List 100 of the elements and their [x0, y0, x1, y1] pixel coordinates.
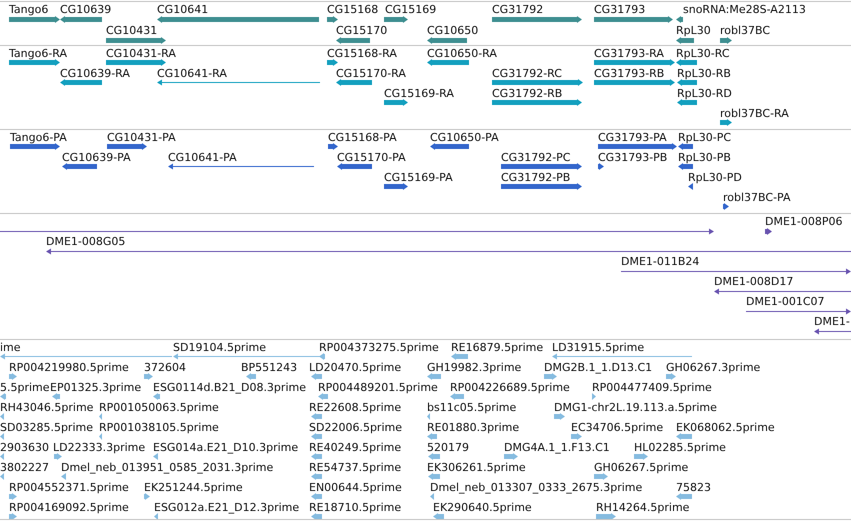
feature-label: CG15169-PA — [384, 171, 453, 184]
feature-label: CG15170-PA — [337, 151, 406, 164]
feature-label: BP551243 — [241, 361, 298, 374]
feature-label: CG15170-RA — [336, 67, 406, 80]
feature-label: EK251244.5prime — [144, 481, 243, 494]
feature-label: RE18710.5prime — [309, 501, 402, 514]
feature-label: SD22006.5prime — [309, 421, 402, 434]
feature-label: DMG4A.1_1.F13.C1 — [504, 441, 610, 454]
feature-label: CG31793 — [594, 3, 646, 16]
feature-label: CG10641-PA — [168, 151, 237, 164]
feature-label: CG15168-PA — [328, 131, 397, 144]
feature-label: 75823 — [676, 481, 711, 494]
feature-label: CG31792-RC — [492, 67, 562, 80]
feature-label: CG31792 — [492, 3, 544, 16]
feature-label: ESG014a.E21_D10.3prime — [153, 441, 298, 454]
feature-label: 3802227 — [0, 461, 49, 474]
feature-label: 372604 — [144, 361, 186, 374]
feature-label: Tango6 — [9, 3, 48, 16]
feature-label: RP004489201.5prime — [318, 381, 438, 394]
feature-label: RP004552371.5prime — [9, 481, 129, 494]
feature-label: CG31792-PC — [501, 151, 570, 164]
feature-label: DME1-008G05 — [46, 235, 126, 248]
feature-label: DMG2B.1_1.D13.C1 — [544, 361, 652, 374]
feature-label: CG10639 — [60, 3, 112, 16]
feature-label: RE01880.3prime — [427, 421, 520, 434]
feature-label: RpL30-RB — [677, 67, 731, 80]
feature-label: EK068062.5prime — [676, 421, 775, 434]
feature-label: GH06267.3prime — [666, 361, 760, 374]
feature-label: SD03285.5prime — [0, 421, 93, 434]
feature-label: CG31792-PB — [501, 171, 570, 184]
feature-label: CG15168 — [327, 3, 378, 16]
feature-label: CG15168-RA — [327, 47, 397, 60]
feature-label: ESG0114d.B21_D08.3prime — [153, 381, 306, 394]
feature-label: CG15170 — [336, 24, 388, 37]
feature-label: CG31793-PB — [598, 151, 668, 164]
feature-label: Dmel_neb_013307_0333_2675.3prime — [430, 481, 642, 494]
feature-label: Tango6-PA — [10, 131, 67, 144]
feature-label: robl37BC-PA — [723, 191, 791, 204]
feature-label: CG15169 — [385, 3, 436, 16]
feature-label: CG31793-PA — [598, 131, 667, 144]
feature-label: LD20470.5prime — [309, 361, 402, 374]
feature-label: CG10641 — [157, 3, 208, 16]
feature-label: CG10431 — [106, 24, 158, 37]
feature-label: RpL30-RC — [676, 47, 730, 60]
feature-label: 2903630 — [0, 441, 49, 454]
feature-label: GH06267.5prime — [594, 461, 688, 474]
feature-label: DME1-008D17 — [714, 275, 794, 288]
feature-label: LD31915.5prime — [552, 341, 644, 354]
feature-label: Tango6-RA — [9, 47, 68, 60]
feature-label: RE54737.5prime — [309, 461, 402, 474]
feature-label: bs11c05.5prime — [427, 401, 516, 414]
feature-label: EK306261.5prime — [427, 461, 526, 474]
feature-label: CG10431-PA — [107, 131, 176, 144]
feature-label: ime — [0, 341, 21, 354]
feature-label: Dmel_neb_013951_0585_2031.3prime — [61, 461, 274, 474]
feature-label: CG10639-RA — [60, 67, 130, 80]
feature-label: RE22608.5prime — [309, 401, 402, 414]
feature-label: RP001050063.5prime — [99, 401, 219, 414]
feature-label: snoRNA:Me28S-A2113 — [683, 3, 806, 16]
feature-label: CG10639-PA — [62, 151, 131, 164]
feature-label: RpL30 — [676, 24, 711, 37]
feature-label: CG31793-RB — [594, 67, 664, 80]
feature-label: RP004373275.5prime — [319, 341, 439, 354]
feature-label: CG15169-RA — [384, 87, 454, 100]
feature-label: CG10431-RA — [106, 47, 176, 60]
feature-label: DME1-001C07 — [746, 295, 825, 308]
feature-label: RH43046.5prime — [0, 401, 94, 414]
feature-label: EP01325.3prime — [50, 381, 142, 394]
feature-label: RE40249.5prime — [309, 441, 402, 454]
feature-label: robl37BC-RA — [720, 107, 789, 120]
feature-label: DMG1-chr2L.19.113.a.5prime — [554, 401, 717, 414]
feature-label: robl37BC — [720, 24, 770, 37]
feature-label: RpL30-PB — [678, 151, 731, 164]
feature-label: HL02285.5prime — [634, 441, 726, 454]
feature-label: CG10641-RA — [157, 67, 227, 80]
feature-label: 520179 — [427, 441, 469, 454]
feature-label: 5.5prime — [0, 381, 50, 394]
feature-label: RpL30-PD — [688, 171, 742, 184]
feature-label: EK290640.5prime — [433, 501, 532, 514]
feature-label: EN00644.5prime — [309, 481, 402, 494]
feature-label: RP004169092.5prime — [9, 501, 129, 514]
feature-label: RH14264.5prime — [596, 501, 690, 514]
feature-label: RE16879.5prime — [451, 341, 544, 354]
feature-label: CG31792-RB — [492, 87, 562, 100]
feature-label: DME1-008P06 — [765, 215, 843, 228]
feature-label: RpL30-PC — [678, 131, 732, 144]
feature-label: RP004477409.5prime — [592, 381, 712, 394]
feature-label: CG31793-RA — [594, 47, 664, 60]
feature-label: CG10650 — [427, 24, 478, 37]
feature-label: LD22333.3prime — [53, 441, 146, 454]
feature-label: SD19104.5prime — [173, 341, 266, 354]
feature-label: RpL30-RD — [677, 87, 732, 100]
feature-label: ESG012a.E21_D12.3prime — [154, 501, 300, 514]
feature-label: RP004226689.5prime — [450, 381, 570, 394]
feature-label: RP001038105.5prime — [99, 421, 219, 434]
feature-label: CG10650-PA — [430, 131, 499, 144]
feature-label: GH19982.3prime — [427, 361, 522, 374]
feature-label: RP004219980.5prime — [9, 361, 129, 374]
feature-label: CG10650-RA — [427, 47, 497, 60]
feature-label: DME1-011B24 — [621, 255, 700, 268]
